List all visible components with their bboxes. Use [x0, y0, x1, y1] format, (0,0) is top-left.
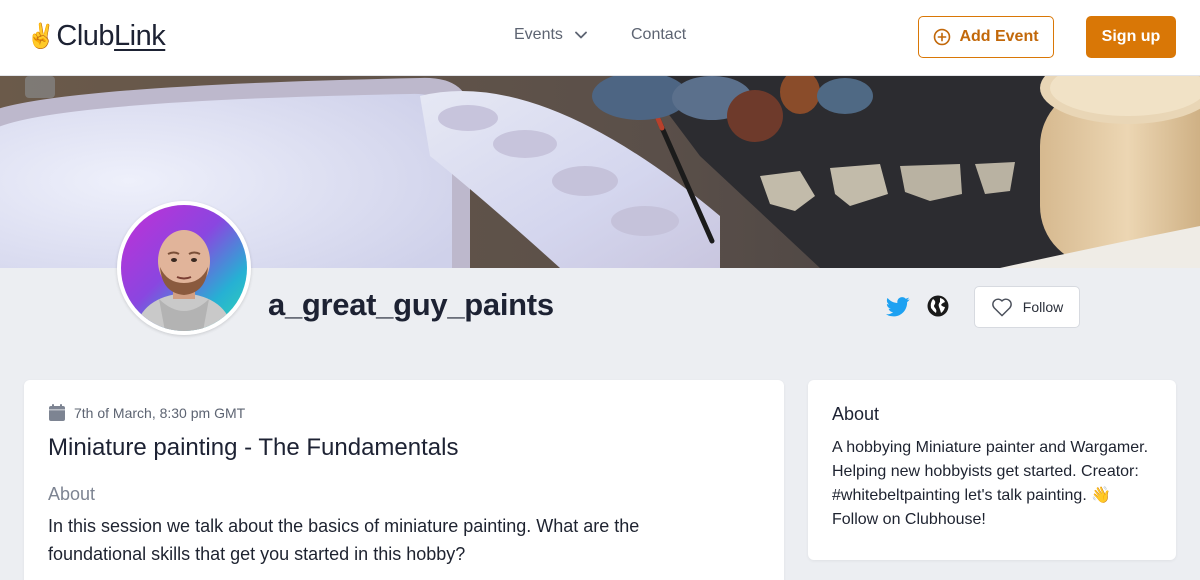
add-event-label: Add Event — [959, 28, 1039, 45]
site-header: ✌️ Club Link Events Contact Add Event Sig… — [0, 0, 1200, 76]
nav-events-label: Events — [514, 26, 563, 43]
logo-text-link: Link — [114, 20, 166, 52]
plus-circle-icon — [934, 28, 951, 46]
signup-button[interactable]: Sign up — [1086, 16, 1176, 58]
globe-icon[interactable] — [927, 295, 949, 317]
add-event-button[interactable]: Add Event — [918, 16, 1054, 58]
chevron-down-icon — [575, 31, 587, 39]
calendar-icon — [49, 404, 65, 421]
heart-icon — [991, 298, 1012, 317]
follow-button[interactable]: Follow — [974, 286, 1080, 328]
logo-text-club: Club — [56, 20, 115, 52]
nav-contact-link[interactable]: Contact — [631, 26, 686, 44]
follow-label: Follow — [1022, 299, 1064, 315]
twitter-icon[interactable] — [886, 296, 910, 318]
nav-events-dropdown[interactable]: Events — [514, 26, 587, 44]
peace-hand-emoji: ✌️ — [26, 23, 56, 50]
about-text: A hobbying Miniature painter and Wargame… — [832, 439, 1149, 528]
profile-avatar — [117, 201, 251, 335]
clublink-logo[interactable]: ✌️ Club Link — [26, 20, 166, 53]
event-description: In this session we talk about the basics… — [48, 516, 640, 564]
profile-username: a_great_guy_paints — [268, 287, 554, 322]
event-date: 7th of March, 8:30 pm GMT — [74, 405, 246, 421]
event-title[interactable]: Miniature painting - The Fundamentals — [48, 434, 458, 462]
event-date-row: 7th of March, 8:30 pm GMT — [48, 404, 245, 422]
about-heading: About — [832, 404, 880, 424]
event-card[interactable]: 7th of March, 8:30 pm GMT Miniature pain… — [24, 380, 784, 580]
event-about-heading: About — [48, 484, 96, 504]
about-card: About A hobbying Miniature painter and W… — [808, 380, 1176, 560]
